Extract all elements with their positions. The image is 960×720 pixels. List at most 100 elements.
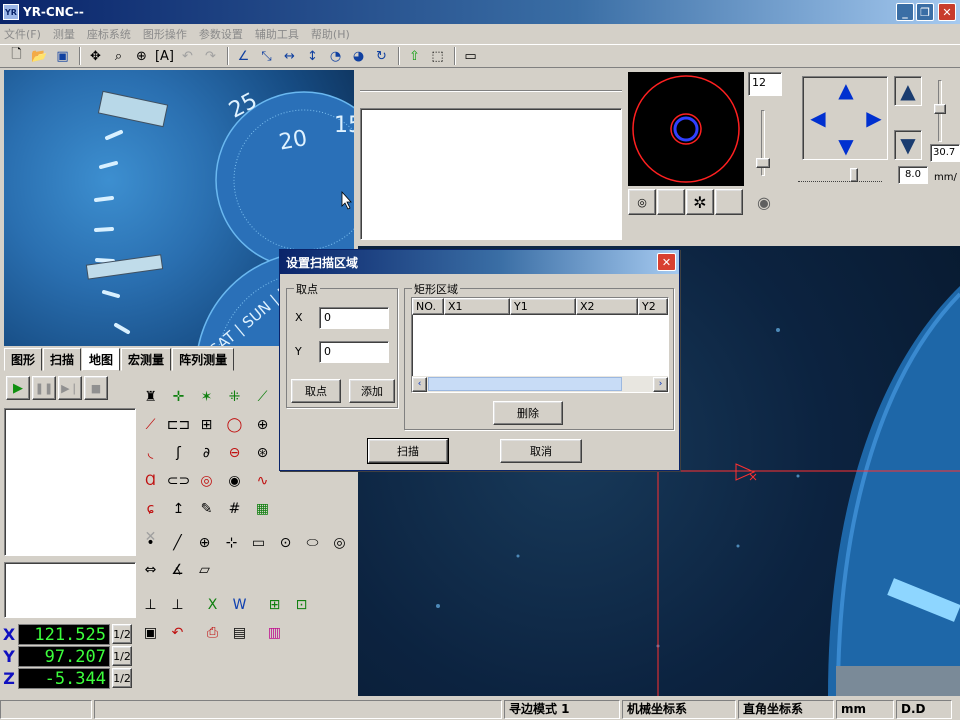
z-half-button[interactable]: 1/2 xyxy=(112,668,132,688)
xy-speed-slider[interactable] xyxy=(798,172,882,182)
save-icon[interactable]: ▣ xyxy=(52,46,73,66)
zoom-slider[interactable] xyxy=(756,110,770,176)
y-input[interactable]: 0 xyxy=(319,341,389,363)
probe-icon[interactable]: ♜ xyxy=(138,384,163,409)
angle-icon[interactable]: ∠ xyxy=(233,46,254,66)
dialog-close-icon[interactable]: ✕ xyxy=(657,253,676,271)
rotate-axis-icon[interactable]: ⤡ xyxy=(256,46,277,66)
rect-line-icon[interactable]: ⊏⊐ xyxy=(166,412,191,437)
save-data-icon[interactable]: ▣ xyxy=(138,620,163,645)
reset-icon[interactable]: ↶ xyxy=(165,620,190,645)
program-list[interactable] xyxy=(4,408,136,556)
point-icon[interactable]: ✛ xyxy=(166,384,191,409)
close-button[interactable]: ✕ xyxy=(938,3,956,21)
multi-point-icon[interactable]: ⁜ xyxy=(222,384,247,409)
circle-icon[interactable]: ◯ xyxy=(222,412,247,437)
curve-icon[interactable]: ʃ xyxy=(166,440,191,465)
calculator-icon[interactable]: ▦ xyxy=(250,496,275,521)
surface-light-icon[interactable]: ◉ xyxy=(750,189,778,215)
maximize-button[interactable]: ❐ xyxy=(916,3,934,21)
z-speed-thumb[interactable] xyxy=(934,104,946,114)
pause-icon[interactable]: ❚❚ xyxy=(32,376,56,400)
delete-button[interactable]: 删除 xyxy=(493,401,563,425)
circle-cross-icon[interactable]: ⊕ xyxy=(250,412,275,437)
zoom-slider-thumb[interactable] xyxy=(756,158,770,168)
concentric-icon[interactable]: ◉ xyxy=(222,468,247,493)
z-down-icon[interactable]: ▼ xyxy=(894,130,922,160)
arc-icon[interactable]: ◟ xyxy=(138,440,163,465)
y-half-button[interactable]: 1/2 xyxy=(112,646,132,666)
col-y2[interactable]: Y2 xyxy=(638,298,668,315)
menu-help[interactable]: 帮助(H) xyxy=(311,26,350,42)
redo-icon[interactable]: ↷ xyxy=(200,46,221,66)
info-text-area[interactable] xyxy=(360,108,622,240)
tab-graphics[interactable]: 图形 xyxy=(4,348,43,371)
ring-icon[interactable]: ◎ xyxy=(327,530,352,555)
menu-parameters[interactable]: 参数设置 xyxy=(199,26,243,42)
rectangle-icon[interactable]: ▭ xyxy=(246,530,271,555)
horizontal-distance-icon[interactable]: ↔ xyxy=(279,46,300,66)
ring-light-icon[interactable]: ◎ xyxy=(628,189,656,215)
grid-icon[interactable]: # xyxy=(222,496,247,521)
excel-icon[interactable]: X xyxy=(200,592,225,617)
color-icon[interactable]: ▥ xyxy=(262,620,287,645)
horizontal-scrollbar[interactable]: ‹ › xyxy=(412,376,668,392)
menu-graphics[interactable]: 图形操作 xyxy=(143,26,187,42)
zoom-all-icon[interactable]: ⊕ xyxy=(131,46,152,66)
edge-point-icon[interactable]: ⟋ xyxy=(250,384,275,409)
wave-icon[interactable]: ∿ xyxy=(250,468,275,493)
new-file-icon[interactable]: 🗋 xyxy=(6,46,27,66)
ring-blank-button[interactable] xyxy=(657,189,685,215)
reference-icon[interactable]: ⊥ xyxy=(165,592,190,617)
tab-array-measure[interactable]: 阵列测量 xyxy=(172,348,235,371)
tab-macro-measure[interactable]: 宏测量 xyxy=(121,348,172,371)
play-icon[interactable]: ▶ xyxy=(6,376,30,400)
tab-scan[interactable]: 扫描 xyxy=(43,348,82,371)
step-icon[interactable]: ▶❘ xyxy=(58,376,82,400)
undo-icon[interactable]: ↶ xyxy=(177,46,198,66)
text-icon[interactable]: [A] xyxy=(154,46,175,66)
distance-icon[interactable]: ⇔ xyxy=(138,557,163,582)
scroll-right-icon[interactable]: › xyxy=(653,376,668,392)
auto-point-icon[interactable]: ✶ xyxy=(194,384,219,409)
double-circle-icon[interactable]: ◎ xyxy=(194,468,219,493)
col-x1[interactable]: X1 xyxy=(444,298,510,315)
segment-blank-button[interactable] xyxy=(715,189,743,215)
line-icon[interactable]: ⟋ xyxy=(138,412,163,437)
height-icon[interactable]: ↥ xyxy=(166,496,191,521)
target-icon[interactable]: ⊛ xyxy=(250,440,275,465)
contour-icon[interactable]: ∂ xyxy=(194,440,219,465)
print-icon[interactable]: ⎙ xyxy=(200,620,225,645)
width-icon[interactable]: ⊞ xyxy=(194,412,219,437)
menu-measure[interactable]: 测量 xyxy=(53,26,75,42)
circle-measure-icon[interactable]: ◔ xyxy=(325,46,346,66)
add-frame-icon[interactable]: ⊞ xyxy=(262,592,287,617)
z-up-icon[interactable]: ▲ xyxy=(894,76,922,106)
zoom-value-field[interactable]: 12 xyxy=(748,72,782,96)
jog-left-icon[interactable]: ◀ xyxy=(807,106,829,130)
dot-icon[interactable]: • xyxy=(138,530,163,555)
rounded-rect-icon[interactable]: ⬭ xyxy=(300,530,325,555)
jog-right-icon[interactable]: ▶ xyxy=(863,106,885,130)
slot-icon[interactable]: ⊂⊃ xyxy=(166,468,191,493)
freeform-icon[interactable]: ɕ xyxy=(138,496,163,521)
vertical-distance-icon[interactable]: ↕ xyxy=(302,46,323,66)
report-icon[interactable]: ▤ xyxy=(227,620,252,645)
origin-icon[interactable]: ⊥ xyxy=(138,592,163,617)
menu-coordinate-system[interactable]: 座标系统 xyxy=(87,26,131,42)
x-input[interactable]: 0 xyxy=(319,307,389,329)
segment-icon[interactable]: ╱ xyxy=(165,530,190,555)
move-icon[interactable]: ✥ xyxy=(85,46,106,66)
x-half-button[interactable]: 1/2 xyxy=(112,624,132,644)
angle-measure-icon[interactable]: ∡ xyxy=(165,557,190,582)
brush-icon[interactable]: ✎ xyxy=(194,496,219,521)
tab-map[interactable]: 地图 xyxy=(82,348,121,371)
open-folder-icon[interactable]: 📂 xyxy=(29,46,50,66)
jog-down-icon[interactable]: ▼ xyxy=(835,134,857,158)
oval-dot-icon[interactable]: ⊙ xyxy=(273,530,298,555)
speed-value-field[interactable]: 8.0 xyxy=(898,166,928,184)
menu-tools[interactable]: 辅助工具 xyxy=(255,26,299,42)
scroll-thumb[interactable] xyxy=(428,377,622,391)
jog-up-icon[interactable]: ▲ xyxy=(835,78,857,102)
pick-point-button[interactable]: 取点 xyxy=(291,379,341,403)
